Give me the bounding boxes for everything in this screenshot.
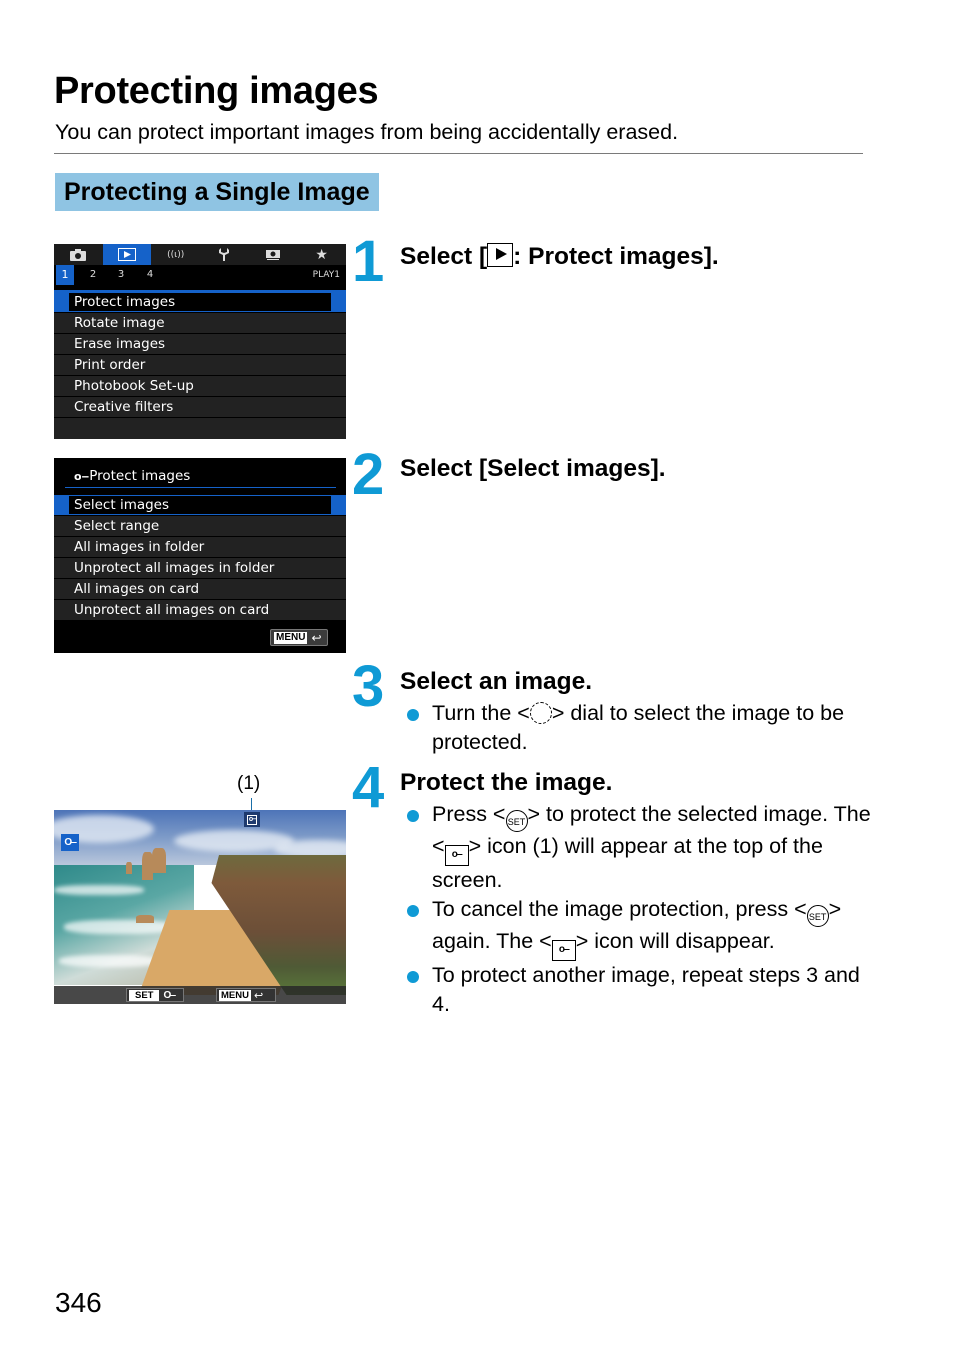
step-4-bullets: Press < SET > to protect the selected imag…: [404, 800, 874, 1019]
camera-menu-screen-1: ((ι)) ★ 1 2 3 4 PLAY1 Protect images Rot…: [54, 244, 346, 439]
menu-back-button[interactable]: MENU ↩: [216, 988, 276, 1002]
subtab-4[interactable]: 4: [141, 265, 159, 285]
menu-item-unprotect-folder[interactable]: Unprotect all images in folder: [54, 558, 346, 579]
main-dial-icon: [529, 702, 552, 724]
star-icon[interactable]: ★: [297, 244, 346, 265]
menu-back-button[interactable]: MENU ↩: [270, 629, 328, 646]
step-title-4: Protect the image.: [400, 769, 613, 796]
menu-label: MENU: [219, 989, 251, 1001]
bullet-text: To cancel the image protection, press <: [432, 897, 807, 921]
subtab-2[interactable]: 2: [84, 265, 102, 285]
section-heading: Protecting a Single Image: [55, 173, 379, 211]
wave: [64, 920, 174, 934]
set-button-icon: SET: [806, 905, 829, 927]
divider: [54, 153, 863, 154]
set-protect-button[interactable]: SET O‒: [126, 988, 184, 1002]
step-title-text: Select [: [400, 243, 488, 270]
bullet-text: Turn the <: [432, 701, 530, 725]
menu-label: MENU: [274, 631, 308, 644]
menu-item-rotate-image[interactable]: Rotate image: [54, 313, 346, 334]
protect-key-icon: o‒: [444, 845, 469, 866]
key-icon: O‒: [163, 989, 175, 1001]
menu-item-all-in-folder[interactable]: All images in folder: [54, 537, 346, 558]
step-number-1: 1: [352, 229, 385, 294]
protect-status-icon: o‒: [244, 812, 260, 827]
playback-tab[interactable]: [102, 244, 152, 265]
menu-item-empty: [54, 418, 346, 439]
page-number: 346: [55, 1287, 102, 1318]
step-title-3: Select an image.: [400, 668, 593, 695]
menu-item-erase-images[interactable]: Erase images: [54, 334, 346, 355]
subtab-1[interactable]: 1: [56, 265, 74, 285]
screen-title: o‒Protect images: [74, 468, 190, 484]
rock-stack: [136, 915, 154, 923]
bullet-text: > icon will disappear.: [575, 929, 775, 953]
menu-list: Protect images Rotate image Erase images…: [54, 290, 346, 439]
page-label: PLAY1: [312, 270, 340, 280]
bullet-text: To protect another image, repeat steps 3…: [432, 963, 860, 1016]
camera-icon[interactable]: [54, 244, 103, 265]
step-title-2: Select [Select images].: [400, 455, 666, 482]
rock-stack: [126, 862, 132, 874]
bullet-item: To protect another image, repeat steps 3…: [404, 961, 874, 1019]
menu-item-unprotect-card[interactable]: Unprotect all images on card: [54, 600, 346, 621]
wave: [59, 955, 159, 967]
protect-key-icon: o‒: [551, 940, 576, 961]
bullet-text: > icon (1) will appear at the top of the…: [432, 834, 823, 892]
wave: [54, 885, 144, 895]
subtab-3[interactable]: 3: [112, 265, 130, 285]
key-icon: o‒: [74, 470, 90, 483]
menu-item-photobook-setup[interactable]: Photobook Set-up: [54, 376, 346, 397]
step-title-1: Select [ : Protect images].: [400, 243, 719, 271]
custom-functions-icon[interactable]: [249, 244, 298, 265]
step-3-bullets: Turn the < > dial to select the image to …: [404, 699, 874, 757]
step-number-4: 4: [352, 755, 385, 820]
camera-menu-screen-2: o‒Protect images Select images Select ra…: [54, 458, 346, 653]
bullet-item: To cancel the image protection, press < S…: [404, 895, 874, 961]
bullet-item: Turn the < > dial to select the image to …: [404, 699, 874, 757]
rock-stack: [152, 848, 166, 873]
protect-options-list: Select images Select range All images in…: [54, 495, 346, 621]
menu-item-creative-filters[interactable]: Creative filters: [54, 397, 346, 418]
return-icon: ↩: [253, 989, 264, 1002]
step-number-3: 3: [352, 654, 385, 719]
protect-indicator-icon: O‒: [61, 834, 79, 851]
image-playback-screen: O‒ o‒ SET O‒ MENU ↩: [54, 810, 346, 1004]
menu-item-protect-images[interactable]: Protect images: [54, 292, 346, 313]
set-label: SET: [129, 989, 160, 1001]
menu-item-label: Protect images: [69, 293, 331, 311]
screen-title-text: Protect images: [89, 468, 191, 484]
return-icon: ↩: [311, 630, 322, 645]
callout-label: (1): [237, 773, 261, 794]
menu-item-print-order[interactable]: Print order: [54, 355, 346, 376]
key-icon: o‒: [246, 814, 258, 825]
wrench-icon[interactable]: [200, 244, 249, 265]
bullet-item: Press < SET > to protect the selected imag…: [404, 800, 874, 895]
menu-item-select-images[interactable]: Select images: [54, 495, 346, 516]
menu-tabs: ((ι)) ★: [54, 244, 346, 265]
menu-item-all-on-card[interactable]: All images on card: [54, 579, 346, 600]
intro-text: You can protect important images from be…: [55, 120, 679, 144]
wireless-icon[interactable]: ((ι)): [151, 244, 200, 265]
bottom-bar: SET O‒ MENU ↩: [54, 986, 346, 1004]
menu-item-label: Select images: [69, 496, 331, 514]
playback-icon: [487, 243, 514, 267]
set-button-icon: SET: [505, 810, 528, 832]
step-title-text: : Protect images].: [513, 243, 719, 270]
menu-subtabs: 1 2 3 4 PLAY1: [54, 265, 346, 285]
step-number-2: 2: [352, 442, 385, 507]
menu-item-select-range[interactable]: Select range: [54, 516, 346, 537]
bullet-text: Press <: [432, 802, 506, 826]
page-title: Protecting images: [54, 70, 379, 112]
title-divider: [65, 487, 336, 488]
